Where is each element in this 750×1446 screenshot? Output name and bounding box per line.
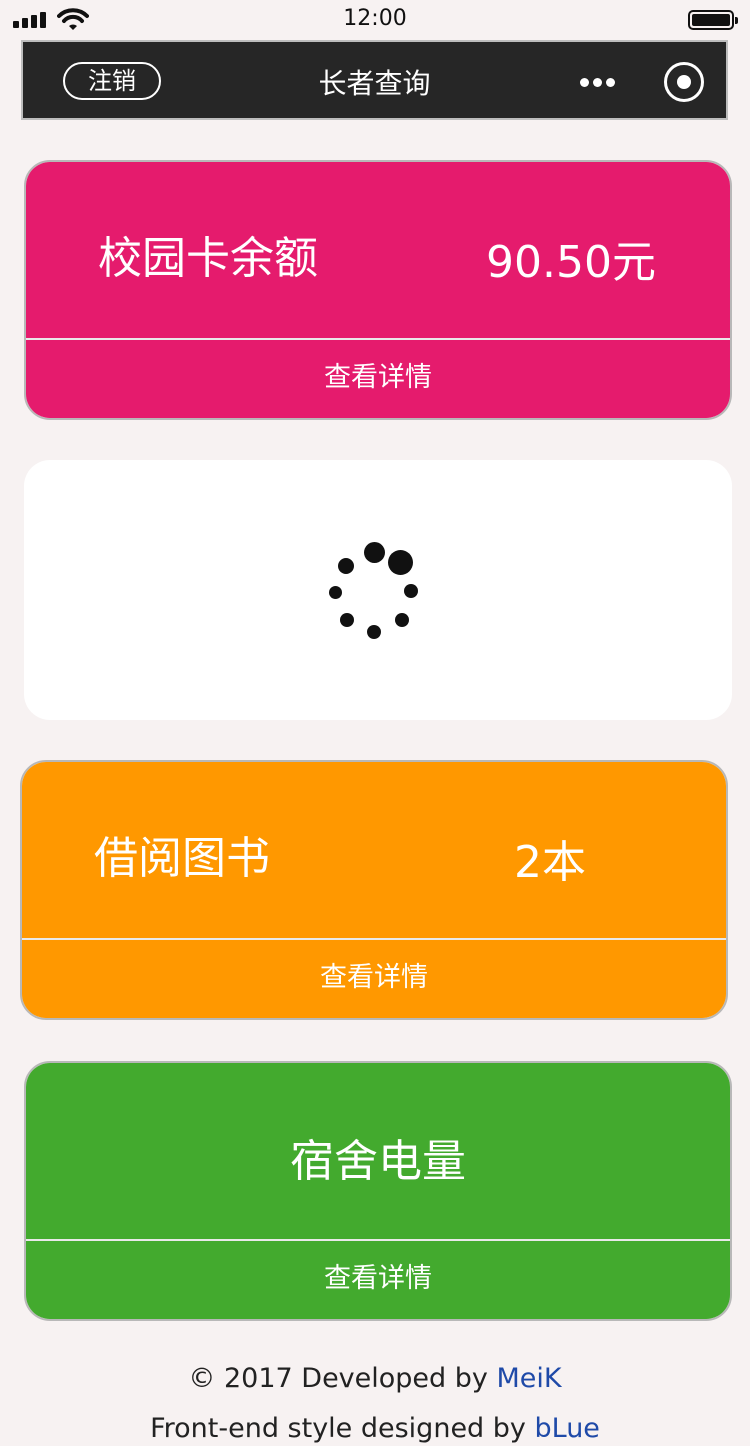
campus-card-details-button[interactable]: 查看详情 xyxy=(26,340,730,418)
status-bar: 12:00 xyxy=(0,0,750,40)
power-details-button[interactable]: 查看详情 xyxy=(26,1241,730,1319)
books-label: 借阅图书 xyxy=(94,833,270,884)
page-title: 长者查询 xyxy=(318,67,431,100)
campus-card-balance-card: 校园卡余额 90.50元 查看详情 xyxy=(24,160,732,420)
power-summary: 宿舍电量 xyxy=(26,1063,730,1239)
power-label: 宿舍电量 xyxy=(290,1136,466,1187)
developer-link[interactable]: MeiK xyxy=(496,1363,561,1394)
books-details-button[interactable]: 查看详情 xyxy=(22,940,726,1018)
dorm-power-card: 宿舍电量 查看详情 xyxy=(24,1061,732,1321)
borrowed-books-card: 借阅图书 2本 查看详情 xyxy=(20,760,728,1020)
nav-bar: 注销 长者查询 xyxy=(21,40,728,120)
footer-developer-text: © 2017 Developed by xyxy=(188,1363,497,1394)
books-value: 2本 xyxy=(514,837,586,888)
footer-designer-text: Front-end style designed by xyxy=(150,1413,535,1444)
target-icon[interactable] xyxy=(664,62,704,102)
footer-line-designer: Front-end style designed by bLue xyxy=(0,1413,750,1444)
designer-link[interactable]: bLue xyxy=(534,1413,599,1444)
campus-card-value: 90.50元 xyxy=(486,237,656,288)
battery-icon xyxy=(688,10,738,30)
more-icon[interactable] xyxy=(580,78,616,88)
status-time: 12:00 xyxy=(343,6,407,31)
footer-line-developer: © 2017 Developed by MeiK xyxy=(0,1363,750,1394)
campus-card-label: 校园卡余额 xyxy=(98,233,318,284)
books-summary: 借阅图书 2本 xyxy=(22,762,726,938)
loading-spinner-icon xyxy=(324,540,424,640)
loading-card xyxy=(24,460,732,720)
campus-card-summary: 校园卡余额 90.50元 xyxy=(26,162,730,338)
